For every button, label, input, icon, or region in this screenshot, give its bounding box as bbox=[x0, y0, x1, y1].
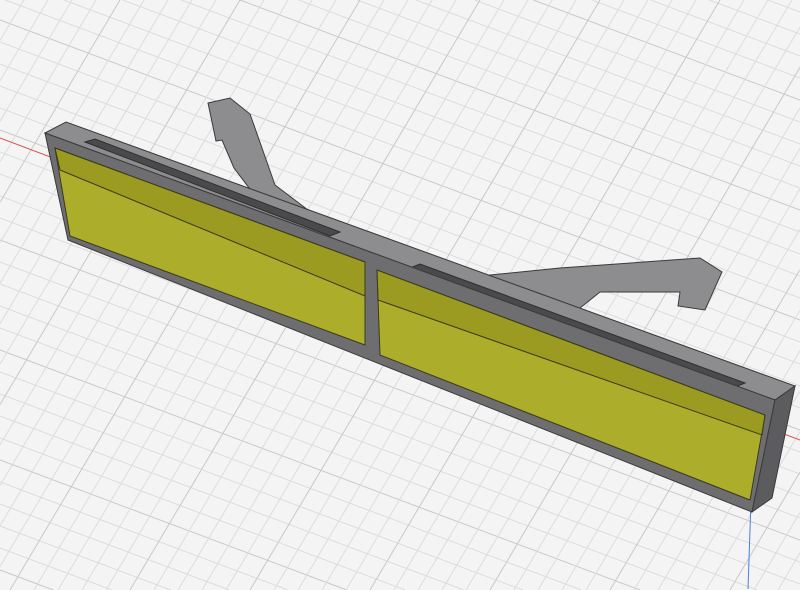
grid-line bbox=[0, 415, 465, 590]
grid-line bbox=[0, 569, 54, 590]
grid-line bbox=[650, 0, 800, 57]
3d-viewport[interactable] bbox=[0, 0, 800, 590]
grid-line bbox=[767, 0, 800, 13]
grid-line bbox=[357, 0, 800, 167]
scene-canvas[interactable] bbox=[0, 0, 800, 590]
grid-line bbox=[753, 512, 800, 590]
grid-line bbox=[0, 503, 230, 590]
grid-line bbox=[0, 0, 25, 41]
grid-line bbox=[415, 0, 800, 145]
grid-line bbox=[709, 0, 800, 35]
grid-line bbox=[777, 552, 800, 590]
model-body[interactable] bbox=[43, 97, 797, 514]
grid-line bbox=[239, 0, 800, 211]
grid-line bbox=[0, 547, 113, 590]
grid-line bbox=[0, 437, 406, 590]
grid-line bbox=[0, 0, 73, 122]
grid-line bbox=[0, 0, 49, 82]
